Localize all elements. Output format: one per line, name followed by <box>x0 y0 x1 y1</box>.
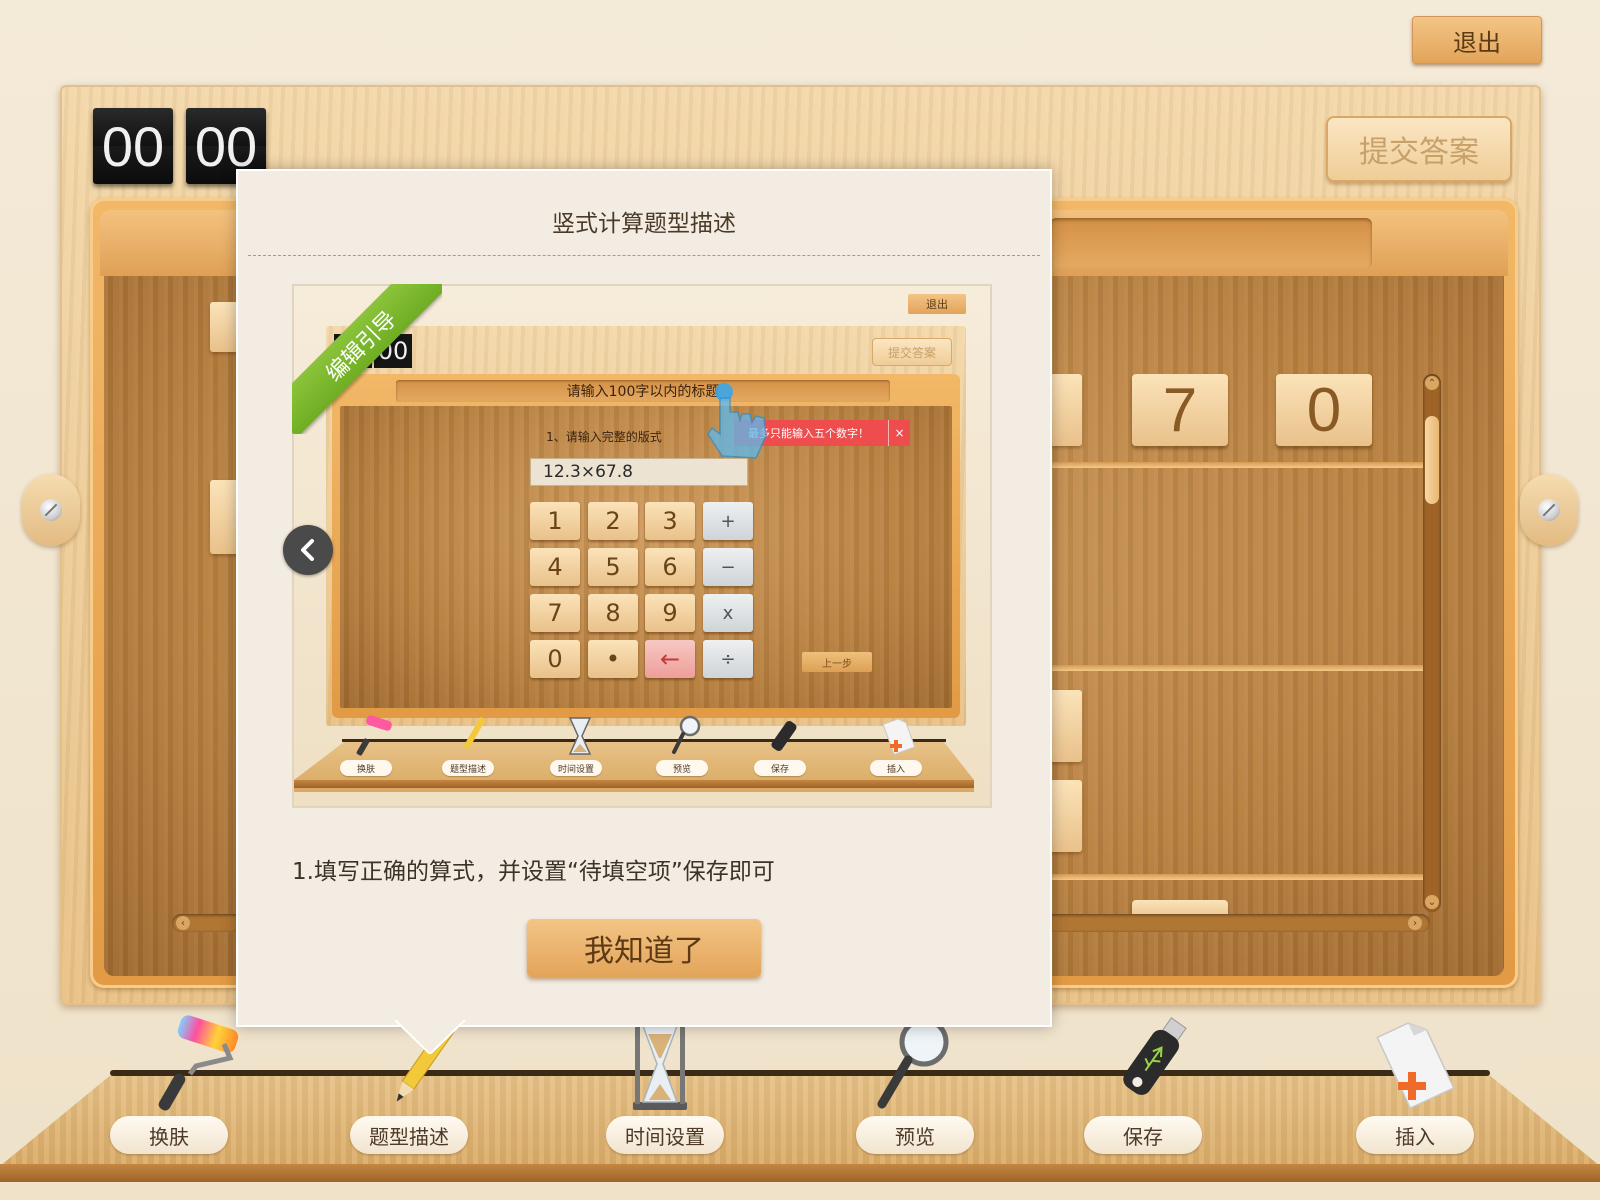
preview-magnifier-icon <box>672 715 701 754</box>
hand-pointer-icon <box>707 383 767 459</box>
side-tile <box>1050 780 1082 852</box>
row-divider <box>1048 874 1426 880</box>
preview-tool-label: 换肤 <box>340 760 392 776</box>
guide-ribbon-label: 编辑引导 <box>292 284 442 434</box>
preview-key-minus: − <box>703 548 753 586</box>
preview-toast-close-icon: × <box>888 420 910 446</box>
preview-key-dot: • <box>588 640 638 678</box>
preview-pencil-icon <box>463 716 486 750</box>
preview-insert-icon <box>882 718 916 756</box>
modal-pointer <box>395 1020 465 1054</box>
screw-right <box>1520 474 1578 546</box>
previous-slide-button[interactable] <box>283 525 333 575</box>
preview-key: 6 <box>645 548 695 586</box>
timer-minutes: 00 <box>93 108 173 184</box>
preview-exit-button: 退出 <box>908 294 966 314</box>
preview-key: 0 <box>530 640 580 678</box>
usb-drive-icon[interactable] <box>1105 1014 1195 1114</box>
chevron-left-icon <box>301 539 314 561</box>
vertical-scroll-thumb[interactable] <box>1425 416 1439 504</box>
screw-icon <box>40 499 62 521</box>
preview-key: 8 <box>588 594 638 632</box>
preview-instruction: 1、请输入完整的版式 <box>546 430 662 444</box>
toolbar-insert-button[interactable]: 插入 <box>1356 1116 1474 1154</box>
preview-tool-label: 插入 <box>870 760 922 776</box>
scroll-left-icon[interactable]: ‹ <box>176 916 190 930</box>
preview-paint-roller-icon <box>356 715 392 756</box>
row-divider <box>1048 462 1426 468</box>
preview-key: 1 <box>530 502 580 540</box>
screw-icon <box>1538 499 1560 521</box>
submit-answer-button[interactable]: 提交答案 <box>1326 116 1512 182</box>
preview-tool-label: 时间设置 <box>550 760 602 776</box>
toolbar-preview-button[interactable]: 预览 <box>856 1116 974 1154</box>
toolbar-description-button[interactable]: 题型描述 <box>350 1116 468 1154</box>
toolbar-save-button[interactable]: 保存 <box>1084 1116 1202 1154</box>
preview-tool-label: 预览 <box>656 760 708 776</box>
preview-key-plus: + <box>703 502 753 540</box>
preview-key: 4 <box>530 548 580 586</box>
modal-divider <box>248 255 1040 256</box>
preview-key: 9 <box>645 594 695 632</box>
preview-title-input: 请输入100字以内的标题 <box>396 380 890 402</box>
preview-shelf-edge <box>294 780 974 788</box>
title-input[interactable] <box>1050 218 1372 268</box>
magnifier-icon[interactable] <box>868 1014 958 1114</box>
preview-shelf-rail <box>342 739 946 742</box>
preview-key-backspace: ← <box>645 640 695 678</box>
digit-tile[interactable]: 7 <box>1132 374 1228 446</box>
preview-key-multiply: x <box>703 594 753 632</box>
scroll-right-icon[interactable]: › <box>1408 916 1422 930</box>
digit-tile[interactable]: 0 <box>1276 374 1372 446</box>
got-it-button[interactable]: 我知道了 <box>527 919 761 977</box>
toolbar-rail <box>110 1070 1490 1076</box>
preview-key: 7 <box>530 594 580 632</box>
preview-key: 5 <box>588 548 638 586</box>
modal-description: 1.填写正确的算式，并设置“待填空项”保存即可 <box>292 859 775 885</box>
paint-roller-icon[interactable] <box>150 1014 240 1114</box>
preview-usb-drive-icon <box>771 721 797 751</box>
preview-tool-label: 保存 <box>754 760 806 776</box>
insert-document-icon[interactable] <box>1370 1014 1460 1114</box>
toolbar-skin-button[interactable]: 换肤 <box>110 1116 228 1154</box>
toolbar-time-settings-button[interactable]: 时间设置 <box>606 1116 724 1154</box>
row-divider <box>1048 665 1426 671</box>
guide-ribbon: 编辑引导 <box>292 284 442 434</box>
preview-tool-label: 题型描述 <box>442 760 494 776</box>
modal-title: 竖式计算题型描述 <box>552 211 736 237</box>
preview-key: 3 <box>645 502 695 540</box>
preview-key-divide: ÷ <box>703 640 753 678</box>
preview-hourglass-icon <box>568 717 592 755</box>
exit-button[interactable]: 退出 <box>1412 16 1542 64</box>
preview-key: 2 <box>588 502 638 540</box>
scroll-down-icon[interactable]: ⌄ <box>1425 895 1439 909</box>
scroll-up-icon[interactable]: ⌃ <box>1425 376 1439 390</box>
side-tile <box>1050 374 1082 446</box>
preview-prev-step-button: 上一步 <box>802 652 872 672</box>
hourglass-icon[interactable] <box>615 1014 705 1114</box>
screw-left <box>22 474 80 546</box>
preview-submit-button: 提交答案 <box>872 338 952 366</box>
toolbar-shelf-edge <box>0 1164 1600 1182</box>
side-tile <box>1050 690 1082 762</box>
